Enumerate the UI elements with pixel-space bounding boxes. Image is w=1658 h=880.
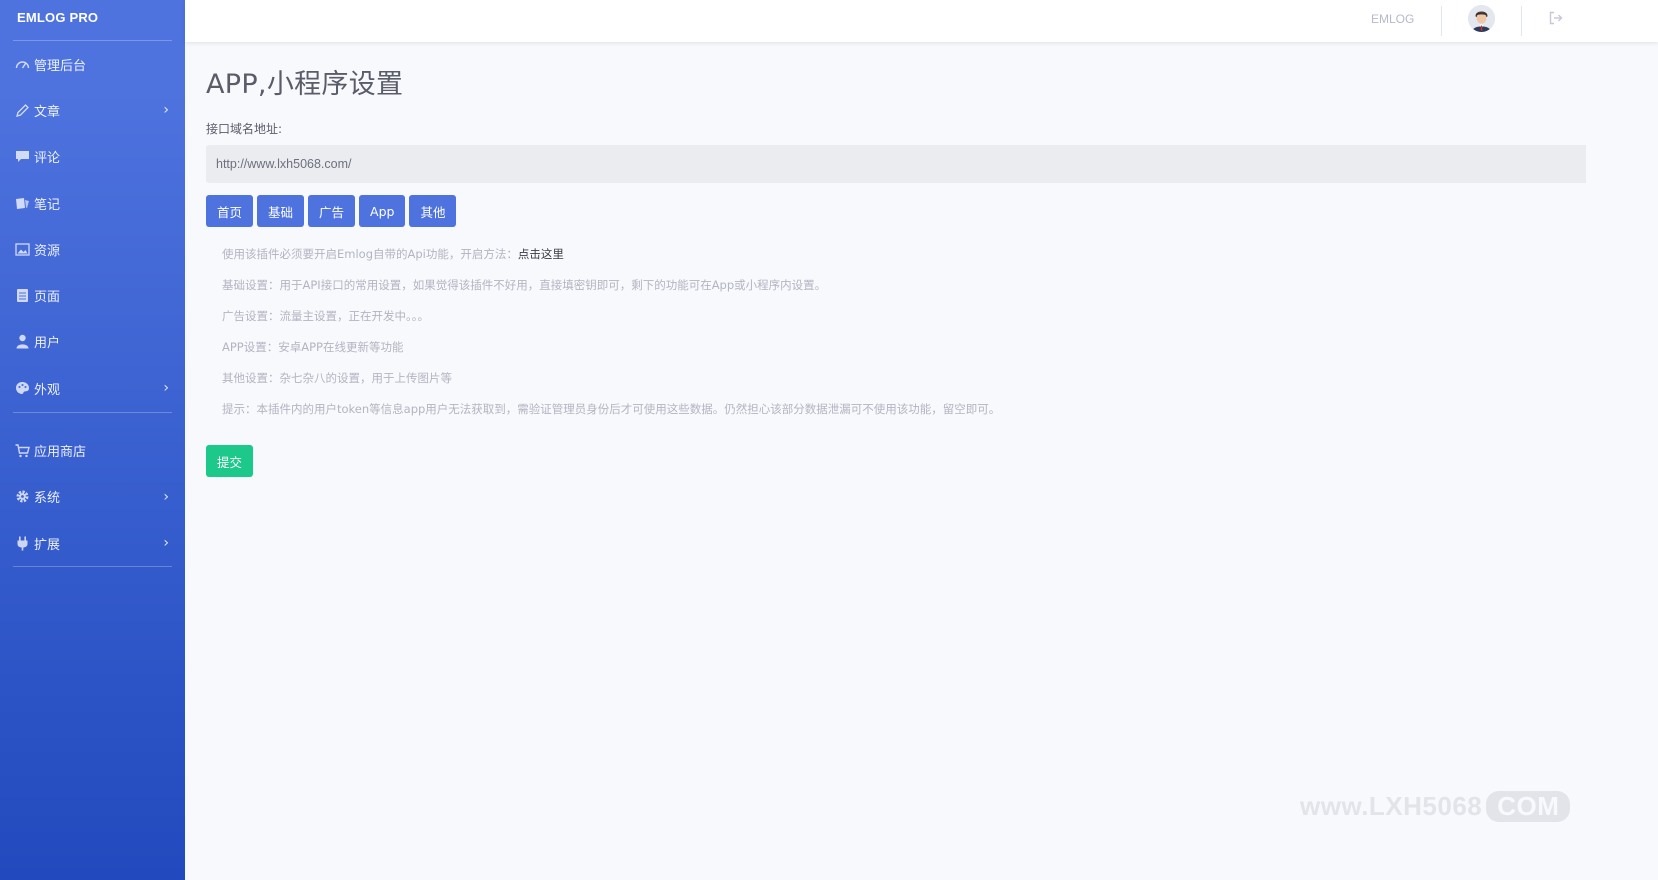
main-content: APP,小程序设置 接口域名地址: 首页 基础 广告 App 其他 使用该插件必… bbox=[206, 42, 1658, 477]
sidebar-item-dashboard[interactable]: 管理后台 bbox=[0, 41, 185, 87]
sidebar-item-label: 文章 bbox=[34, 104, 61, 120]
sidebar-item-label: 管理后台 bbox=[34, 58, 87, 74]
sidebar-item-users[interactable]: 用户 bbox=[0, 319, 185, 365]
sidebar-item-pages[interactable]: 页面 bbox=[0, 272, 185, 318]
submit-button[interactable]: 提交 bbox=[206, 445, 254, 477]
sidebar-item-label: 笔记 bbox=[34, 197, 61, 213]
page-title: APP,小程序设置 bbox=[206, 69, 404, 100]
chevron-right-icon: › bbox=[163, 535, 169, 552]
enable-api-link[interactable]: 点击这里 bbox=[518, 247, 564, 261]
dashboard-icon bbox=[14, 57, 30, 71]
cart-icon bbox=[14, 443, 30, 458]
tab-home[interactable]: 首页 bbox=[206, 195, 254, 227]
chevron-right-icon: › bbox=[163, 102, 169, 119]
tab-app[interactable]: App bbox=[359, 195, 406, 227]
sidebar-item-label: 评论 bbox=[34, 151, 61, 167]
topbar-divider bbox=[1441, 6, 1442, 36]
user-icon bbox=[14, 335, 30, 349]
sidebar-item-label: 系统 bbox=[34, 491, 61, 507]
site-link[interactable]: EMLOG bbox=[1371, 12, 1414, 26]
sidebar-item-label: 应用商店 bbox=[34, 445, 87, 461]
sidebar-item-media[interactable]: 资源 bbox=[0, 226, 185, 272]
watermark-text: www.LXH5068 bbox=[1300, 791, 1483, 821]
gear-icon bbox=[14, 490, 30, 504]
sidebar-item-label: 扩展 bbox=[34, 537, 61, 553]
note-other-settings: 其他设置：杂七杂八的设置，用于上传图片等 bbox=[222, 371, 452, 385]
sidebar-item-appearance[interactable]: 外观 › bbox=[0, 365, 185, 411]
image-icon bbox=[14, 242, 30, 256]
palette-icon bbox=[14, 381, 30, 395]
settings-tabs: 首页 基础 广告 App 其他 bbox=[206, 195, 1658, 227]
sidebar-item-articles[interactable]: 文章 › bbox=[0, 87, 185, 133]
note-icon bbox=[14, 196, 30, 210]
sidebar-item-comments[interactable]: 评论 bbox=[0, 134, 185, 180]
help-notes: 使用该插件必须要开启Emlog自带的Api功能，开启方法：点击这里 基础设置：用… bbox=[206, 243, 1658, 429]
page-icon bbox=[14, 289, 30, 303]
avatar-icon[interactable] bbox=[1468, 5, 1495, 32]
api-url-input[interactable] bbox=[206, 145, 1586, 183]
comment-icon bbox=[14, 150, 30, 164]
sidebar-item-extensions[interactable]: 扩展 › bbox=[0, 520, 185, 566]
tab-other[interactable]: 其他 bbox=[409, 195, 457, 227]
watermark-com: COM bbox=[1486, 791, 1571, 822]
pencil-icon bbox=[14, 103, 30, 117]
note-text: 使用该插件必须要开启Emlog自带的Api功能，开启方法： bbox=[222, 247, 518, 261]
plug-icon bbox=[14, 536, 30, 551]
sidebar-divider bbox=[13, 566, 172, 568]
sidebar-item-system[interactable]: 系统 › bbox=[0, 474, 185, 520]
sidebar-item-label: 用户 bbox=[34, 336, 61, 352]
tab-ads[interactable]: 广告 bbox=[308, 195, 356, 227]
sidebar-item-label: 页面 bbox=[34, 290, 61, 306]
chevron-right-icon: › bbox=[163, 488, 169, 505]
tab-basic[interactable]: 基础 bbox=[257, 195, 305, 227]
topbar-divider bbox=[1521, 6, 1522, 36]
site-watermark: www.LXH5068 COM bbox=[1300, 791, 1571, 822]
chevron-right-icon: › bbox=[163, 380, 169, 397]
api-url-label: 接口域名地址: bbox=[206, 122, 283, 136]
sidebar-item-label: 资源 bbox=[34, 243, 61, 259]
sidebar-item-label: 外观 bbox=[34, 382, 61, 398]
sidebar: EMLOG PRO 管理后台 文章 › 评论 笔记 资源 页面 用户 外观 › … bbox=[0, 0, 185, 880]
note-ad-settings: 广告设置：流量主设置，正在开发中。。。 bbox=[222, 309, 429, 323]
note-tip: 提示：本插件内的用户token等信息app用户无法获取到，需验证管理员身份后才可… bbox=[222, 402, 1001, 416]
note-basic-settings: 基础设置：用于API接口的常用设置，如果觉得该插件不好用，直接填密钥即可，剩下的… bbox=[222, 278, 827, 292]
note-api-requirement: 使用该插件必须要开启Emlog自带的Api功能，开启方法：点击这里 bbox=[222, 243, 1658, 274]
brand-title[interactable]: EMLOG PRO bbox=[0, 0, 185, 40]
sidebar-item-app-store[interactable]: 应用商店 bbox=[0, 427, 185, 473]
note-app-settings: APP设置：安卓APP在线更新等功能 bbox=[222, 340, 404, 354]
logout-icon[interactable] bbox=[1549, 10, 1563, 29]
topbar: EMLOG bbox=[185, 0, 1658, 42]
sidebar-item-notes[interactable]: 笔记 bbox=[0, 180, 185, 226]
